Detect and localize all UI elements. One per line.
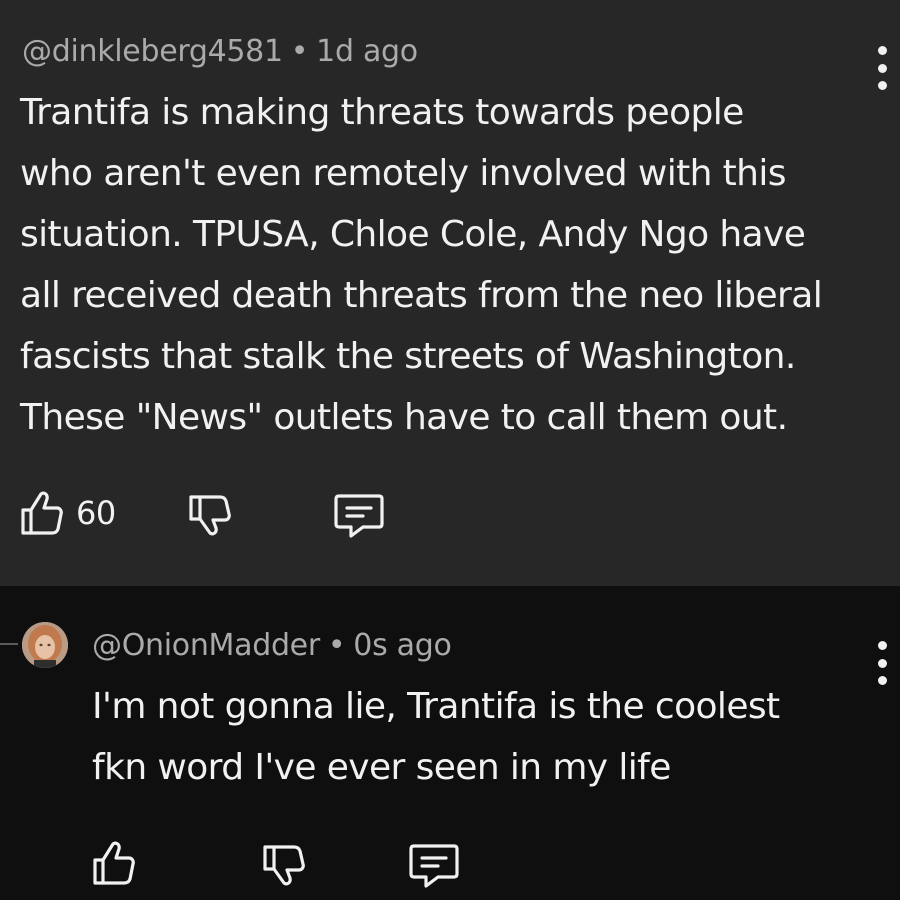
thumbs-down-icon xyxy=(263,845,305,886)
reply-button[interactable] xyxy=(408,842,460,890)
reply-button[interactable] xyxy=(333,492,385,540)
thumbs-up-icon xyxy=(21,491,63,535)
reply-icon xyxy=(409,844,459,888)
more-vert-icon[interactable] xyxy=(875,641,889,685)
like-count: 60 xyxy=(76,494,116,532)
comment-line: situation. TPUSA, Chloe Cole, Andy Ngo h… xyxy=(20,214,806,255)
reply-line: fkn word I've ever seen in my life xyxy=(92,747,671,788)
dislike-button[interactable] xyxy=(188,493,232,539)
comment-line: who aren't even remotely involved with t… xyxy=(20,153,787,194)
dislike-button[interactable] xyxy=(262,843,306,889)
thread-connector xyxy=(0,643,18,645)
like-button[interactable]: 60 xyxy=(20,489,116,537)
top-comment: @dinkleberg4581 • 1d ago Trantifa is makin… xyxy=(0,0,900,586)
reply-text: I'm not gonna lie, Trantifa is the coole… xyxy=(92,676,780,798)
like-button[interactable] xyxy=(92,839,136,887)
reply-author[interactable]: @OnionMadder xyxy=(92,628,320,663)
comment-time: 1d ago xyxy=(316,34,418,69)
reply-time: 0s ago xyxy=(353,628,452,663)
comment-meta: @dinkleberg4581 • 1d ago xyxy=(22,34,418,69)
meta-separator: • xyxy=(327,628,346,663)
comment-text: Trantifa is making threats towards peopl… xyxy=(20,82,823,448)
reply-line: I'm not gonna lie, Trantifa is the coole… xyxy=(92,686,780,727)
reply-icon xyxy=(334,494,384,538)
thumbs-up-icon xyxy=(93,841,135,885)
avatar[interactable] xyxy=(22,622,68,668)
comment-line: fascists that stalk the streets of Washi… xyxy=(20,336,796,377)
reply-meta: @OnionMadder • 0s ago xyxy=(92,628,452,663)
more-vert-icon[interactable] xyxy=(875,46,889,90)
comment-line: These "News" outlets have to call them o… xyxy=(20,397,788,438)
comment-line: all received death threats from the neo … xyxy=(20,275,823,316)
comment-author[interactable]: @dinkleberg4581 xyxy=(22,34,283,69)
thumbs-down-icon xyxy=(189,495,231,536)
meta-separator: • xyxy=(290,34,309,69)
comment-line: Trantifa is making threats towards peopl… xyxy=(20,92,744,133)
